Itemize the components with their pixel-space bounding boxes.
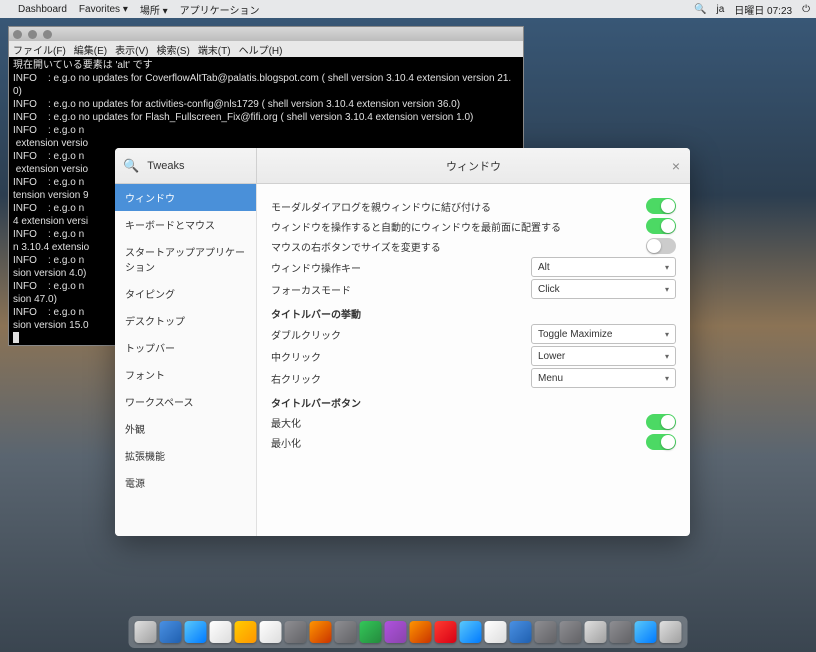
sidebar-item-extensions[interactable]: 拡張機能 (115, 442, 256, 469)
top-menubar: Dashboard Favorites ▾ 場所 ▾ アプリケーション 🔍 ja… (0, 0, 816, 18)
resize-switch[interactable] (646, 238, 676, 254)
lang-indicator[interactable]: ja (716, 4, 724, 15)
dbl-label: ダブルクリック (271, 327, 531, 342)
dock-app11-icon[interactable] (560, 621, 582, 643)
right-label: 右クリック (271, 371, 531, 386)
raise-label: ウィンドウを操作すると自動的にウィンドウを最前面に配置する (271, 219, 646, 234)
dock-app3-icon[interactable] (310, 621, 332, 643)
sidebar-item-topbar[interactable]: トップバー (115, 334, 256, 361)
dock-terminal-icon[interactable] (610, 621, 632, 643)
term-menu-view[interactable]: 表示(V) (115, 42, 148, 57)
terminal-menu: ファイル(F) 編集(E) 表示(V) 検索(S) 端末(T) ヘルプ(H) (9, 41, 523, 57)
clock[interactable]: 日曜日 07:23 (734, 2, 792, 17)
mid-select[interactable]: Lower▾ (531, 346, 676, 366)
sidebar-item-workspaces[interactable]: ワークスペース (115, 388, 256, 415)
right-select[interactable]: Menu▾ (531, 368, 676, 388)
dock-app9-icon[interactable] (485, 621, 507, 643)
dock-app5-icon[interactable] (360, 621, 382, 643)
term-menu-help[interactable]: ヘルプ(H) (239, 42, 283, 57)
sidebar-item-appearance[interactable]: 外観 (115, 415, 256, 442)
tweaks-sidebar: ウィンドウ キーボードとマウス スタートアップアプリケーション タイピング デス… (115, 184, 257, 536)
focus-label: フォーカスモード (271, 282, 531, 297)
menu-favorites[interactable]: Favorites ▾ (79, 4, 128, 15)
raise-switch[interactable] (646, 218, 676, 234)
dock-app10-icon[interactable] (510, 621, 532, 643)
dock-safari-icon[interactable] (185, 621, 207, 643)
mid-label: 中クリック (271, 349, 531, 364)
power-icon[interactable]: ⏻ (802, 4, 810, 15)
term-menu-terminal[interactable]: 端末(T) (198, 42, 231, 57)
resize-label: マウスの右ボタンでサイズを変更する (271, 239, 646, 254)
modkey-label: ウィンドウ操作キー (271, 260, 531, 275)
chevron-down-icon: ▾ (665, 352, 669, 361)
chevron-down-icon: ▾ (665, 263, 669, 272)
close-button[interactable]: × (672, 158, 680, 174)
dock-app-icon[interactable] (160, 621, 182, 643)
term-menu-edit[interactable]: 編集(E) (74, 42, 107, 57)
min-label: 最小化 (271, 435, 646, 450)
dbl-select[interactable]: Toggle Maximize▾ (531, 324, 676, 344)
dock-app6-icon[interactable] (385, 621, 407, 643)
chevron-down-icon: ▾ (665, 285, 669, 294)
terminal-titlebar[interactable] (9, 27, 523, 41)
panel-title: ウィンドウ (446, 158, 501, 174)
sidebar-item-windows[interactable]: ウィンドウ (115, 184, 256, 211)
terminal-cursor (13, 332, 19, 343)
focus-select[interactable]: Click▾ (531, 279, 676, 299)
sidebar-item-typing[interactable]: タイピング (115, 280, 256, 307)
dock-notes-icon[interactable] (210, 621, 232, 643)
dock-itunes-icon[interactable] (435, 621, 457, 643)
dock-contacts-icon[interactable] (260, 621, 282, 643)
max-label: 最大化 (271, 415, 646, 430)
buttons-heading: タイトルバーボタン (271, 395, 676, 410)
tweaks-header: 🔍 Tweaks ウィンドウ × (115, 148, 690, 184)
window-min-icon[interactable] (28, 30, 37, 39)
dock-app7-icon[interactable] (410, 621, 432, 643)
tweaks-content: モーダルダイアログを親ウィンドウに結び付ける ウィンドウを操作すると自動的にウィ… (257, 184, 690, 536)
sidebar-item-desktop[interactable]: デスクトップ (115, 307, 256, 334)
max-switch[interactable] (646, 414, 676, 430)
menu-applications[interactable]: アプリケーション (180, 2, 260, 17)
search-icon[interactable]: 🔍 (694, 4, 706, 15)
dock-monitor-icon[interactable] (635, 621, 657, 643)
dock-trash-icon[interactable] (660, 621, 682, 643)
sidebar-item-power[interactable]: 電源 (115, 469, 256, 496)
sidebar-item-keyboard[interactable]: キーボードとマウス (115, 211, 256, 238)
modkey-select[interactable]: Alt▾ (531, 257, 676, 277)
window-max-icon[interactable] (43, 30, 52, 39)
sidebar-item-fonts[interactable]: フォント (115, 361, 256, 388)
dock-calendar-icon[interactable] (235, 621, 257, 643)
tweaks-window: 🔍 Tweaks ウィンドウ × ウィンドウ キーボードとマウス スタートアップ… (115, 148, 690, 536)
dock-app8-icon[interactable] (460, 621, 482, 643)
app-title: Tweaks (147, 160, 184, 172)
dock (129, 616, 688, 648)
chevron-down-icon: ▾ (665, 330, 669, 339)
menu-dashboard[interactable]: Dashboard (18, 4, 67, 15)
sidebar-item-startup[interactable]: スタートアップアプリケーション (115, 238, 256, 280)
term-menu-file[interactable]: ファイル(F) (13, 42, 66, 57)
min-switch[interactable] (646, 434, 676, 450)
window-close-icon[interactable] (13, 30, 22, 39)
term-menu-search[interactable]: 検索(S) (156, 42, 189, 57)
dock-app12-icon[interactable] (585, 621, 607, 643)
modal-switch[interactable] (646, 198, 676, 214)
dock-settings-icon[interactable] (535, 621, 557, 643)
menu-places[interactable]: 場所 ▾ (140, 2, 168, 17)
dock-finder-icon[interactable] (135, 621, 157, 643)
search-icon[interactable]: 🔍 (123, 158, 139, 174)
modal-label: モーダルダイアログを親ウィンドウに結び付ける (271, 199, 646, 214)
chevron-down-icon: ▾ (665, 374, 669, 383)
dock-app4-icon[interactable] (335, 621, 357, 643)
titlebar-heading: タイトルバーの挙動 (271, 306, 676, 321)
dock-app2-icon[interactable] (285, 621, 307, 643)
